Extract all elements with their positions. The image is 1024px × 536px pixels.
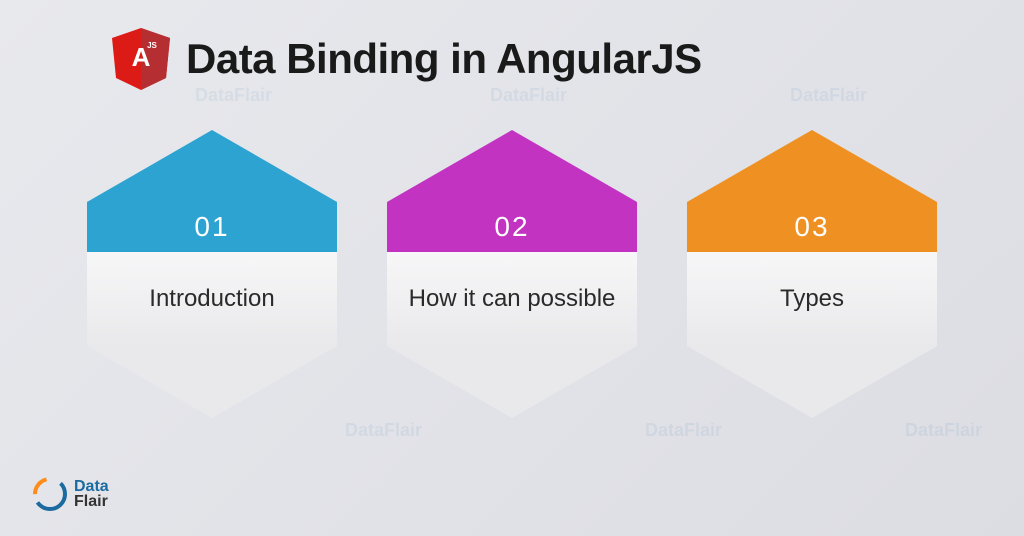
hexagon-introduction: 01 Introduction	[87, 130, 337, 418]
logo-text-top: Data	[74, 479, 109, 494]
hex-number: 02	[494, 211, 529, 243]
hex-number-band: 01	[87, 202, 337, 252]
page-title: Data Binding in AngularJS	[186, 35, 702, 83]
hex-label: Types	[780, 283, 844, 314]
watermark: DataFlair	[645, 420, 722, 441]
hex-top	[87, 130, 337, 202]
hex-number-band: 02	[387, 202, 637, 252]
hex-top	[387, 130, 637, 202]
hex-number: 01	[194, 211, 229, 243]
hex-label: Introduction	[149, 283, 274, 314]
angularjs-icon: A JS	[112, 28, 170, 90]
dataflair-logo: Data Flair	[32, 476, 109, 512]
hexagon-how-it-can-possible: 02 How it can possible	[387, 130, 637, 418]
hexagon-types: 03 Types	[687, 130, 937, 418]
hex-number-band: 03	[687, 202, 937, 252]
hex-bottom	[687, 346, 937, 418]
header: A JS Data Binding in AngularJS	[0, 0, 1024, 90]
hex-bottom	[87, 346, 337, 418]
hex-number: 03	[794, 211, 829, 243]
logo-text-bottom: Flair	[74, 494, 109, 509]
hex-body: Introduction	[87, 252, 337, 346]
hex-label: How it can possible	[409, 283, 616, 314]
dataflair-logo-icon	[32, 476, 68, 512]
hex-body: Types	[687, 252, 937, 346]
watermark: DataFlair	[345, 420, 422, 441]
hex-bottom	[387, 346, 637, 418]
hex-top	[687, 130, 937, 202]
hex-body: How it can possible	[387, 252, 637, 346]
watermark: DataFlair	[195, 85, 272, 106]
svg-text:JS: JS	[147, 41, 157, 50]
watermark: DataFlair	[490, 85, 567, 106]
watermark: DataFlair	[790, 85, 867, 106]
hexagon-row: 01 Introduction 02 How it can possible 0…	[0, 130, 1024, 418]
watermark: DataFlair	[905, 420, 982, 441]
dataflair-logo-text: Data Flair	[74, 479, 109, 509]
